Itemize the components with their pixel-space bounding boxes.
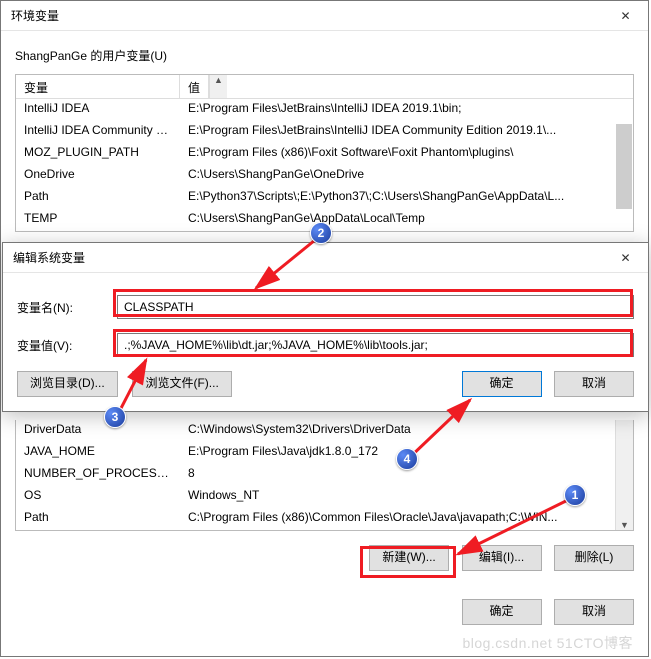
varvalue-row: 变量值(V): — [17, 333, 634, 357]
varvalue-input[interactable] — [117, 333, 634, 357]
table-row[interactable]: OSWindows_NT — [16, 486, 633, 508]
edit-cancel-button[interactable]: 取消 — [554, 371, 634, 397]
table-row[interactable]: DriverDataC:\Windows\System32\Drivers\Dr… — [16, 420, 633, 442]
env-vars-title: 环境变量 — [11, 9, 59, 23]
table-row[interactable]: PathC:\Program Files (x86)\Common Files\… — [16, 508, 633, 530]
close-icon[interactable]: ✕ — [603, 1, 648, 31]
system-vars-table: DriverDataC:\Windows\System32\Drivers\Dr… — [15, 420, 634, 531]
table-row[interactable]: IntelliJ IDEA Community E...E:\Program F… — [16, 121, 633, 143]
scrollbar-up-icon[interactable]: ▲ — [209, 75, 227, 98]
delete-button[interactable]: 删除(L) — [554, 545, 634, 571]
env-vars-titlebar: 环境变量 ✕ — [1, 1, 648, 31]
table-row[interactable]: TEMPC:\Users\ShangPanGe\AppData\Local\Te… — [16, 209, 633, 231]
table-row[interactable]: IntelliJ IDEAE:\Program Files\JetBrains\… — [16, 99, 633, 121]
close-icon[interactable]: ✕ — [603, 243, 648, 273]
edit-sysvar-titlebar: 编辑系统变量 ✕ — [3, 243, 648, 273]
user-vars-table: 变量 值 ▲ IntelliJ IDEAE:\Program Files\Jet… — [15, 74, 634, 232]
table-row[interactable]: PathE:\Python37\Scripts\;E:\Python37\;C:… — [16, 187, 633, 209]
table-row[interactable]: NUMBER_OF_PROCESSORS8 — [16, 464, 633, 486]
new-button[interactable]: 新建(W)... — [369, 545, 449, 571]
table-row[interactable]: OneDriveC:\Users\ShangPanGe\OneDrive — [16, 165, 633, 187]
col-value[interactable]: 值 — [180, 75, 209, 98]
scrollbar-thumb[interactable] — [616, 124, 632, 209]
edit-sysvar-window: 编辑系统变量 ✕ 变量名(N): 变量值(V): 浏览目录(D)... 浏览文件… — [2, 242, 649, 412]
edit-button[interactable]: 编辑(I)... — [462, 545, 542, 571]
browse-file-button[interactable]: 浏览文件(F)... — [132, 371, 232, 397]
user-vars-label: ShangPanGe 的用户变量(U) — [15, 47, 634, 64]
col-name[interactable]: 变量 — [16, 75, 180, 98]
main-button-row: 确定 取消 — [15, 599, 634, 625]
sysvars-button-row: 新建(W)... 编辑(I)... 删除(L) — [15, 545, 634, 571]
table-row[interactable]: JAVA_HOMEE:\Program Files\Java\jdk1.8.0_… — [16, 442, 633, 464]
table-row[interactable]: MOZ_PLUGIN_PATHE:\Program Files (x86)\Fo… — [16, 143, 633, 165]
scrollbar-down-icon[interactable]: ▼ — [615, 420, 633, 530]
table-header: 变量 值 ▲ — [16, 75, 633, 99]
edit-sysvar-title: 编辑系统变量 — [13, 251, 85, 265]
ok-button[interactable]: 确定 — [462, 599, 542, 625]
varvalue-label: 变量值(V): — [17, 337, 117, 354]
varname-row: 变量名(N): — [17, 295, 634, 319]
cancel-button[interactable]: 取消 — [554, 599, 634, 625]
varname-label: 变量名(N): — [17, 299, 117, 316]
varname-input[interactable] — [117, 295, 634, 319]
browse-dir-button[interactable]: 浏览目录(D)... — [17, 371, 118, 397]
edit-ok-button[interactable]: 确定 — [462, 371, 542, 397]
